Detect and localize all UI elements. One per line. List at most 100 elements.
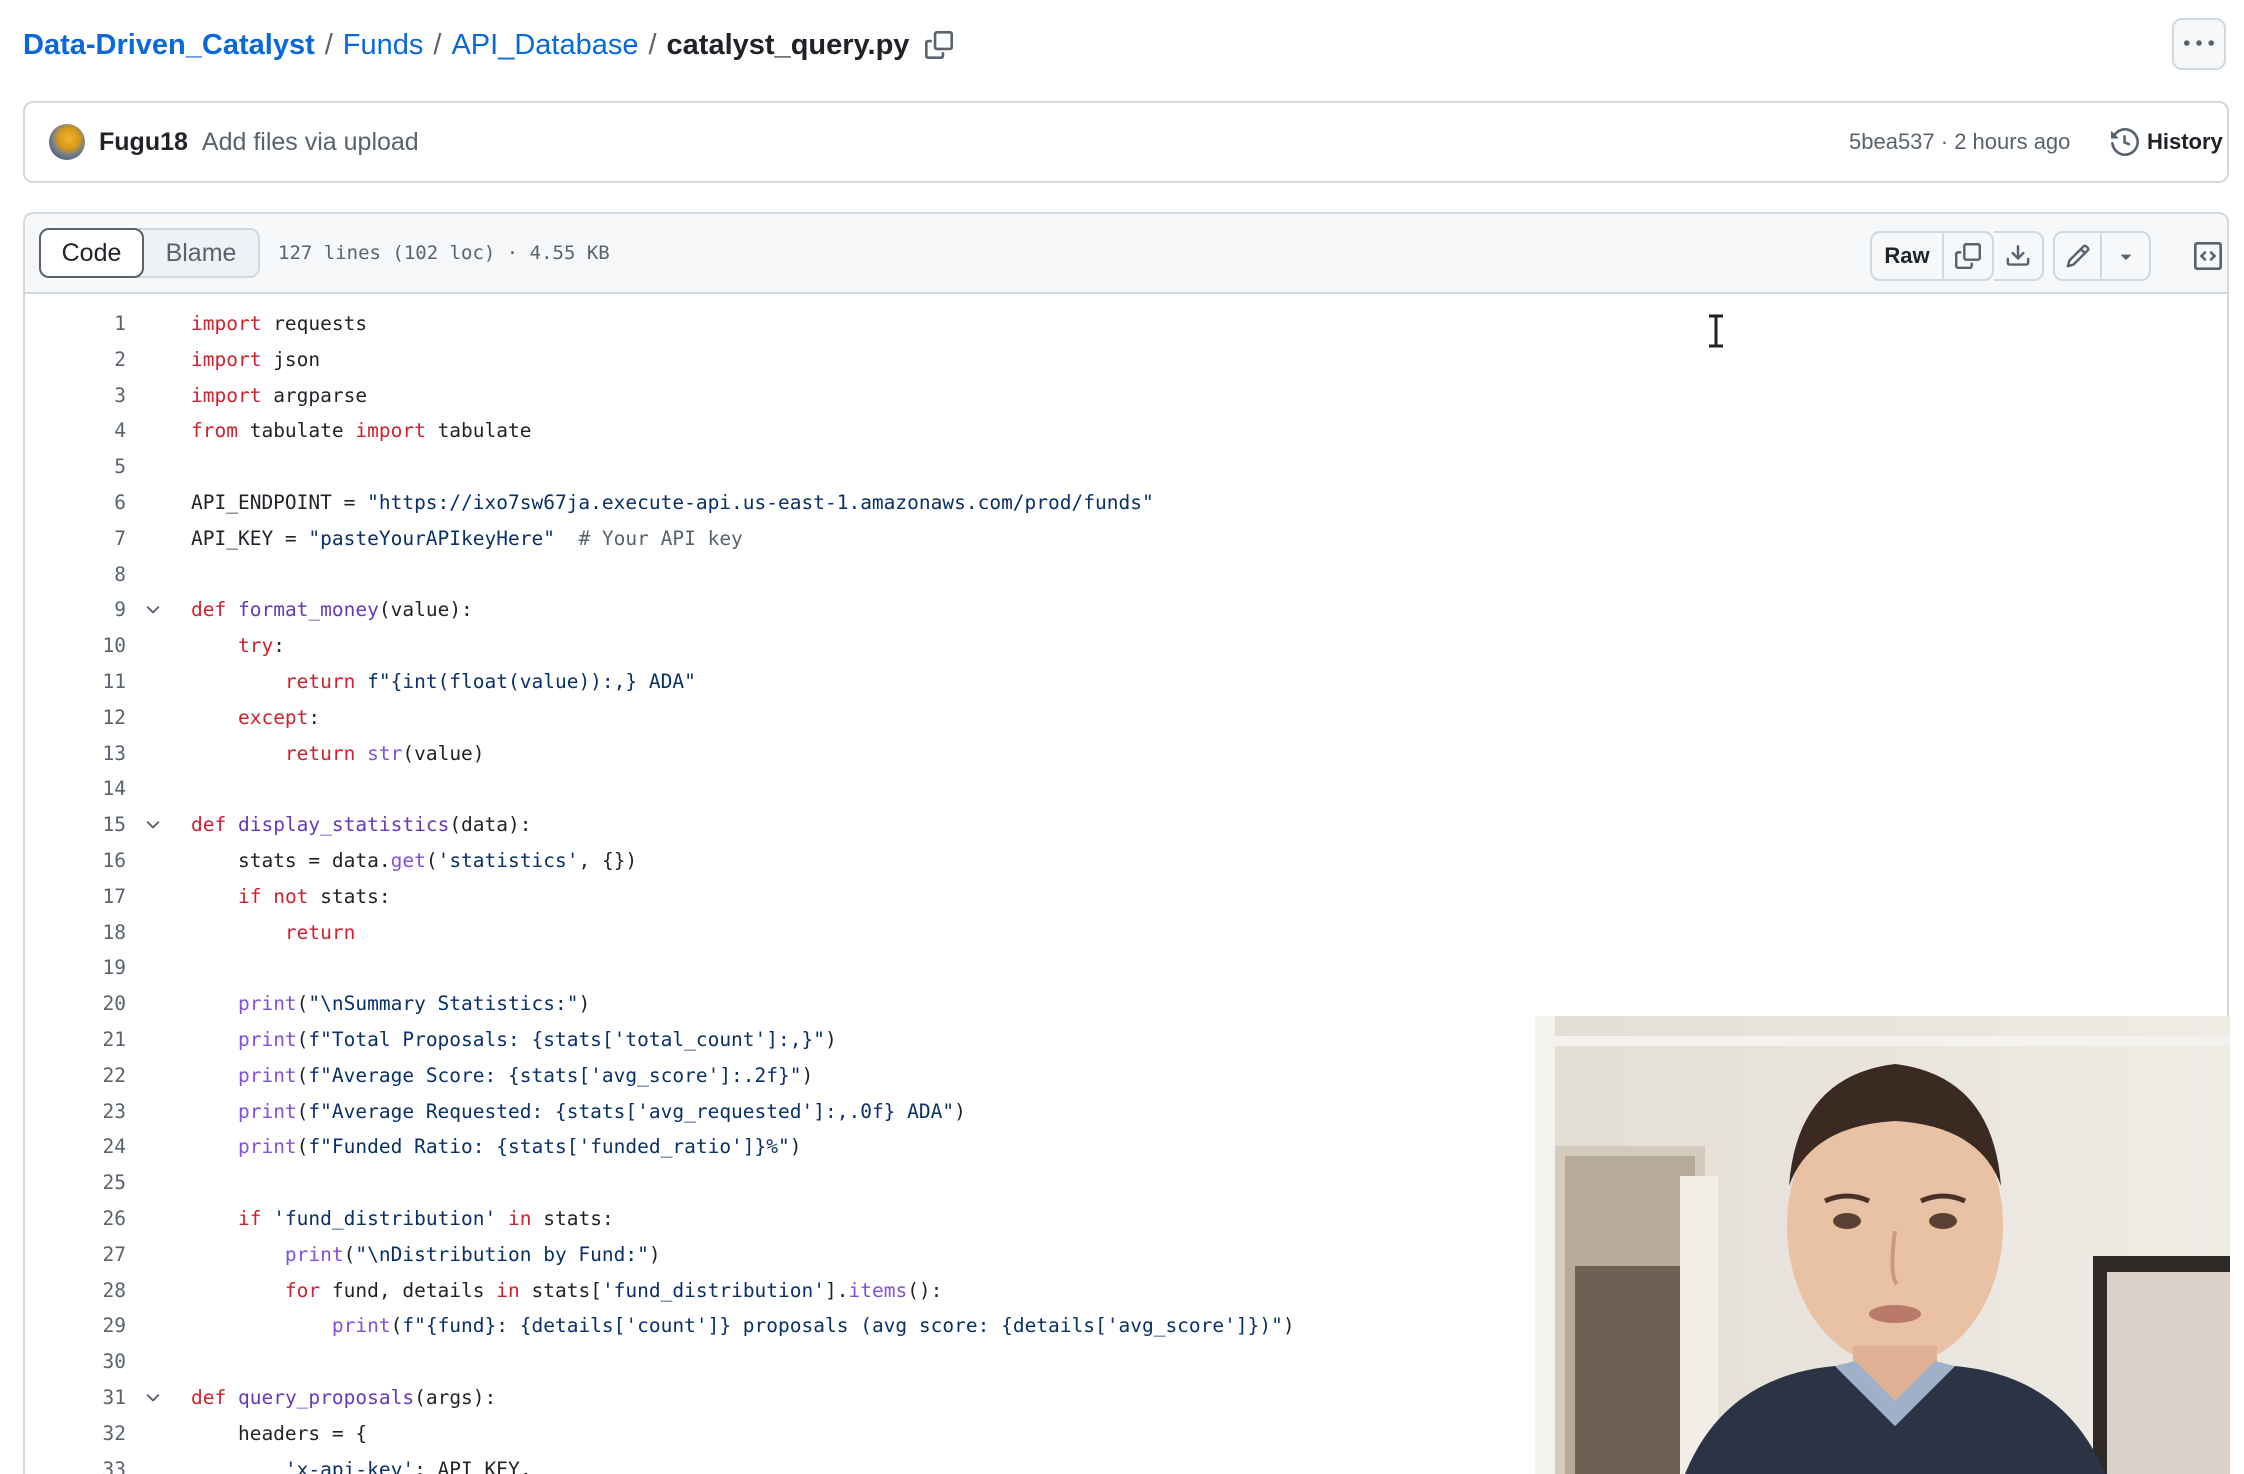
avatar[interactable] bbox=[49, 124, 85, 160]
line-number[interactable]: 5 bbox=[25, 449, 126, 485]
line-number[interactable]: 27 bbox=[25, 1237, 126, 1273]
code-line[interactable]: 9 def format_money(value): bbox=[25, 592, 2227, 628]
tab-code[interactable]: Code bbox=[39, 228, 144, 278]
breadcrumb-repo-link[interactable]: Data-Driven_Catalyst bbox=[23, 29, 315, 62]
edit-file-button[interactable] bbox=[2055, 233, 2103, 279]
code-line[interactable]: 8 bbox=[25, 557, 2227, 593]
commit-hash-and-time[interactable]: 5bea537 · 2 hours ago bbox=[1849, 103, 2070, 181]
copy-raw-button[interactable] bbox=[1944, 233, 1992, 279]
code-text: stats = data.get('statistics', {}) bbox=[191, 848, 638, 872]
line-number[interactable]: 21 bbox=[25, 1022, 126, 1058]
line-number[interactable]: 33 bbox=[25, 1452, 126, 1474]
code-line[interactable]: 5 bbox=[25, 449, 2227, 485]
line-number[interactable]: 19 bbox=[25, 950, 126, 986]
line-number[interactable]: 18 bbox=[25, 915, 126, 951]
code-text: print(f"Funded Ratio: {stats['funded_rat… bbox=[237, 1135, 802, 1159]
line-number[interactable]: 8 bbox=[25, 557, 126, 593]
line-number[interactable]: 26 bbox=[25, 1201, 126, 1237]
symbols-panel-button[interactable] bbox=[2185, 231, 2227, 281]
breadcrumb-separator: / bbox=[433, 28, 442, 61]
code-line[interactable]: 6 API_ENDPOINT = "https://ixo7sw67ja.exec… bbox=[25, 485, 2227, 521]
line-number[interactable]: 30 bbox=[25, 1344, 126, 1380]
download-icon bbox=[2006, 245, 2030, 266]
code-line[interactable]: 11 return f"{int(float(value)):,} ADA" bbox=[25, 664, 2227, 700]
code-line[interactable]: 17 if not stats: bbox=[25, 879, 2227, 915]
line-number[interactable]: 7 bbox=[25, 521, 126, 557]
code-line[interactable]: 4 from tabulate import tabulate bbox=[25, 413, 2227, 449]
raw-button[interactable]: Raw bbox=[1872, 233, 1944, 279]
code-text: try: bbox=[237, 634, 285, 658]
code-line[interactable]: 1 import requests bbox=[25, 306, 2227, 342]
line-number[interactable]: 3 bbox=[25, 378, 126, 414]
line-number[interactable]: 13 bbox=[25, 736, 126, 772]
breadcrumb-separator: / bbox=[648, 28, 657, 61]
code-text: def format_money(value): bbox=[191, 598, 473, 622]
fold-toggle[interactable] bbox=[141, 807, 165, 843]
line-number[interactable]: 32 bbox=[25, 1416, 126, 1452]
line-number[interactable]: 10 bbox=[25, 628, 126, 664]
code-line[interactable]: 14 bbox=[25, 771, 2227, 807]
code-square-icon bbox=[2194, 242, 2222, 270]
line-number[interactable]: 14 bbox=[25, 771, 126, 807]
code-text: for fund, details in stats['fund_distrib… bbox=[284, 1278, 943, 1302]
fold-toggle[interactable] bbox=[141, 1380, 165, 1416]
code-text: API_ENDPOINT = "https://ixo7sw67ja.execu… bbox=[191, 490, 1154, 514]
code-text: print(f"{fund}: {details['count']} propo… bbox=[331, 1314, 1295, 1338]
copy-path-button[interactable] bbox=[921, 27, 957, 63]
more-options-button[interactable] bbox=[2172, 18, 2226, 70]
code-line[interactable]: 19 bbox=[25, 950, 2227, 986]
commit-message[interactable]: Add files via upload bbox=[202, 128, 419, 157]
line-number[interactable]: 28 bbox=[25, 1273, 126, 1309]
kebab-horizontal-icon bbox=[2184, 40, 2214, 46]
line-number[interactable]: 23 bbox=[25, 1094, 126, 1130]
download-button[interactable] bbox=[1994, 233, 2042, 279]
code-text: headers = { bbox=[191, 1421, 368, 1445]
chevron-down-icon bbox=[146, 1394, 160, 1402]
line-number[interactable]: 24 bbox=[25, 1129, 126, 1165]
code-line[interactable]: 7 API_KEY = "pasteYourAPIkeyHere" # Your … bbox=[25, 521, 2227, 557]
fold-toggle[interactable] bbox=[141, 592, 165, 628]
line-number[interactable]: 4 bbox=[25, 413, 126, 449]
breadcrumb-funds-link[interactable]: Funds bbox=[343, 29, 424, 62]
code-line[interactable]: 15 def display_statistics(data): bbox=[25, 807, 2227, 843]
edit-group bbox=[2053, 231, 2151, 281]
code-line[interactable]: 16 stats = data.get('statistics', {}) bbox=[25, 843, 2227, 879]
file-header: Code Blame 127 lines (102 loc) · 4.55 KB… bbox=[25, 214, 2227, 294]
text-cursor-icon bbox=[1709, 314, 1723, 348]
code-line[interactable]: 10 try: bbox=[25, 628, 2227, 664]
history-button[interactable]: History bbox=[2111, 103, 2223, 181]
line-number[interactable]: 25 bbox=[25, 1165, 126, 1201]
code-line[interactable]: 13 return str(value) bbox=[25, 736, 2227, 772]
webcam-overlay bbox=[1535, 1016, 2230, 1474]
download-group bbox=[1994, 231, 2044, 281]
line-number[interactable]: 11 bbox=[25, 664, 126, 700]
code-line[interactable]: 2 import json bbox=[25, 342, 2227, 378]
line-number[interactable]: 16 bbox=[25, 843, 126, 879]
line-number[interactable]: 9 bbox=[25, 592, 126, 628]
line-number[interactable]: 12 bbox=[25, 700, 126, 736]
copy-icon bbox=[1955, 243, 1981, 269]
line-number[interactable]: 2 bbox=[25, 342, 126, 378]
edit-dropdown-button[interactable] bbox=[2102, 233, 2149, 279]
breadcrumb-api-database-link[interactable]: API_Database bbox=[451, 29, 638, 62]
code-text: except: bbox=[237, 705, 321, 729]
file-info: 127 lines (102 loc) · 4.55 KB bbox=[278, 242, 610, 264]
code-line[interactable]: 12 except: bbox=[25, 700, 2227, 736]
line-number[interactable]: 29 bbox=[25, 1308, 126, 1344]
code-line[interactable]: 18 return bbox=[25, 915, 2227, 951]
code-line[interactable]: 3 import argparse bbox=[25, 378, 2227, 414]
code-text: from tabulate import tabulate bbox=[191, 419, 532, 443]
line-number[interactable]: 1 bbox=[25, 306, 126, 342]
pencil-icon bbox=[2066, 244, 2090, 268]
line-number[interactable]: 17 bbox=[25, 879, 126, 915]
line-number[interactable]: 22 bbox=[25, 1058, 126, 1094]
tab-blame[interactable]: Blame bbox=[144, 228, 258, 278]
code-text: import requests bbox=[191, 312, 368, 335]
code-text: print("\nSummary Statistics:") bbox=[237, 992, 591, 1016]
commit-author[interactable]: Fugu18 bbox=[99, 128, 188, 157]
line-number[interactable]: 6 bbox=[25, 485, 126, 521]
line-number[interactable]: 20 bbox=[25, 986, 126, 1022]
code-text: API_KEY = "pasteYourAPIkeyHere" # Your A… bbox=[191, 526, 743, 550]
line-number[interactable]: 15 bbox=[25, 807, 126, 843]
line-number[interactable]: 31 bbox=[25, 1380, 126, 1416]
